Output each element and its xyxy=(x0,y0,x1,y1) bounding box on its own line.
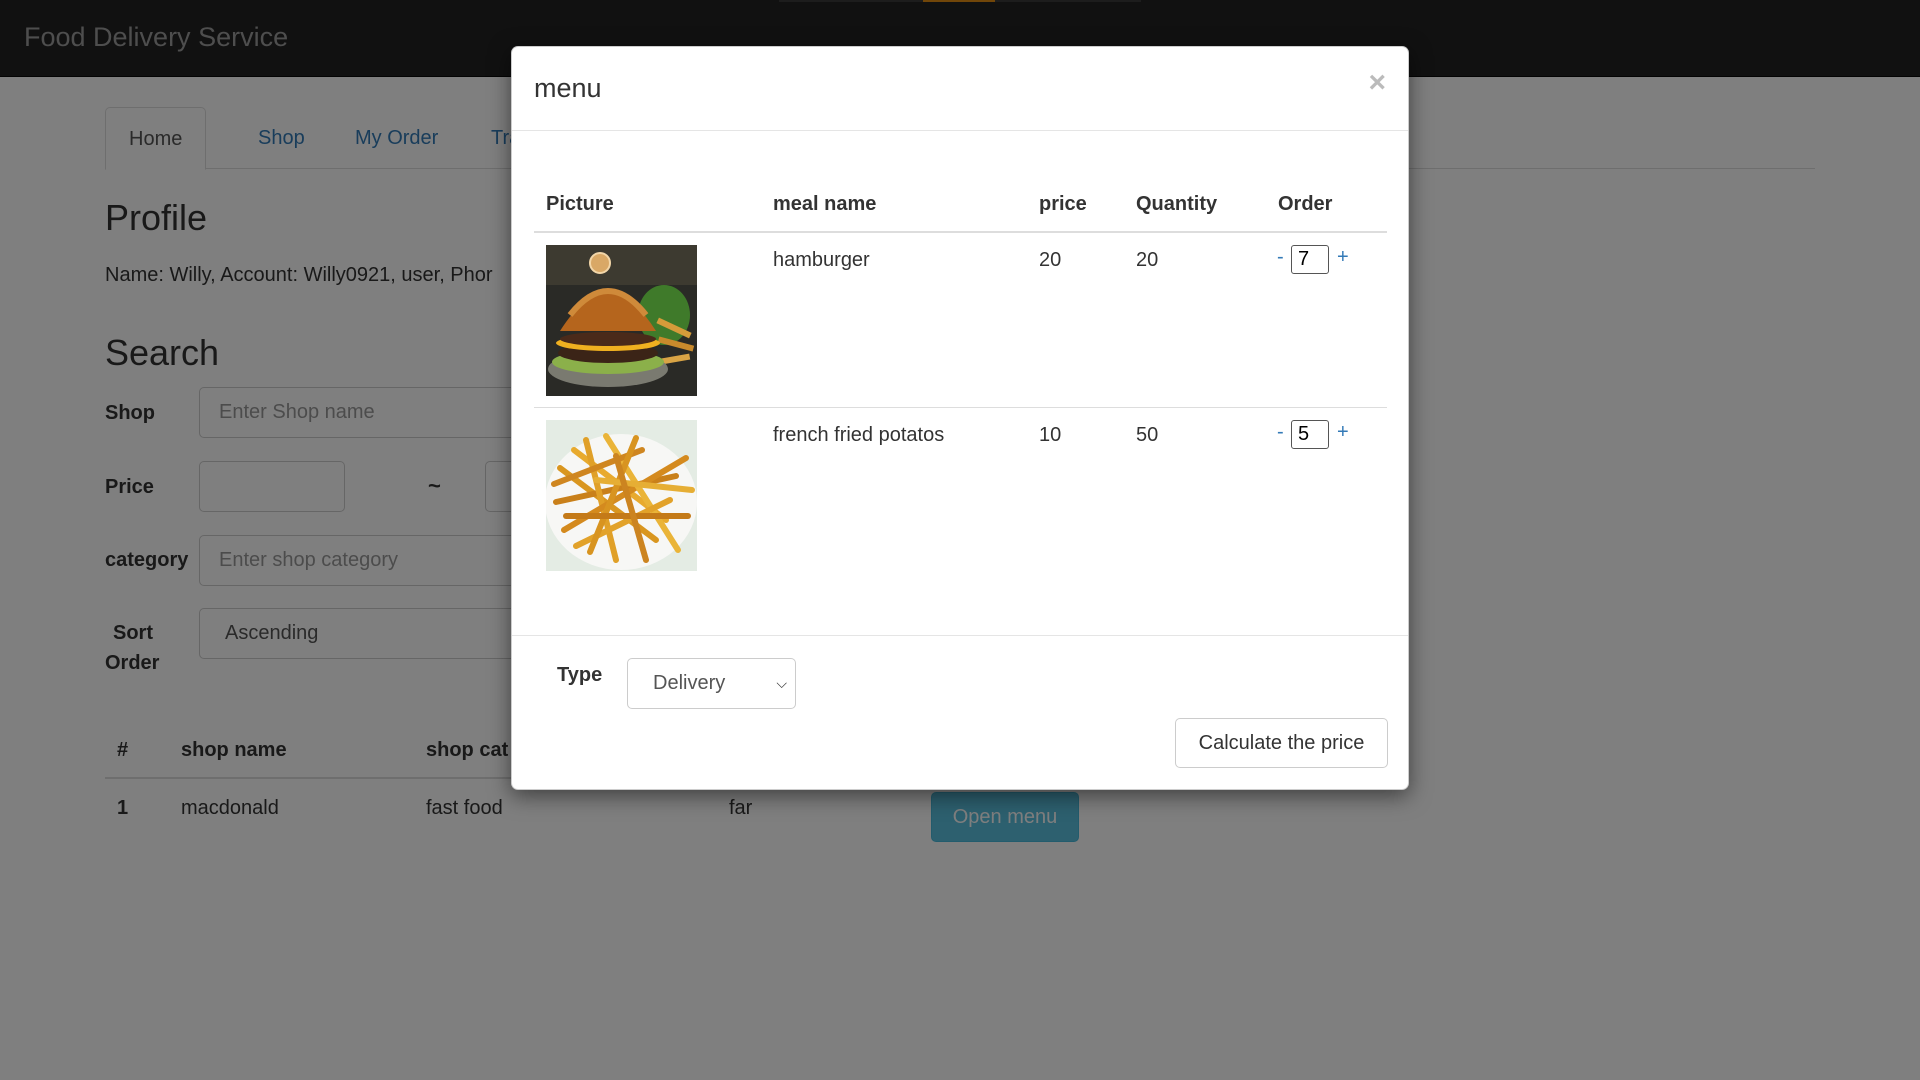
hamburger-image xyxy=(546,245,697,396)
increment-button[interactable]: + xyxy=(1337,246,1349,269)
modal-footer-divider xyxy=(512,635,1408,636)
decrement-button[interactable]: - xyxy=(1277,421,1284,444)
menu-table-header-divider xyxy=(534,231,1387,233)
column-header-order: Order xyxy=(1278,193,1333,215)
menu-modal: menu × Picture meal name price Quantity … xyxy=(511,46,1409,790)
order-quantity-input-hamburger[interactable]: 7 xyxy=(1291,245,1329,274)
meal-quantity-hamburger: 20 xyxy=(1136,249,1159,271)
close-icon[interactable]: × xyxy=(1368,66,1386,100)
order-quantity-input-fries[interactable]: 5 xyxy=(1291,420,1329,449)
meal-price-hamburger: 20 xyxy=(1039,249,1062,271)
modal-title: menu xyxy=(534,73,602,103)
meal-name-hamburger: hamburger xyxy=(773,249,870,271)
column-header-price: price xyxy=(1039,193,1087,215)
chevron-down-icon: ⌵ xyxy=(776,675,787,691)
calculate-price-button[interactable]: Calculate the price xyxy=(1175,718,1388,768)
type-label: Type xyxy=(557,664,603,686)
modal-header: menu × xyxy=(512,47,1408,131)
column-header-quantity: Quantity xyxy=(1136,193,1218,215)
type-select[interactable]: Delivery ⌵ xyxy=(627,658,796,709)
fries-image xyxy=(546,420,697,571)
meal-name-fries: french fried potatos xyxy=(773,424,945,446)
increment-button[interactable]: + xyxy=(1337,421,1349,444)
row-divider xyxy=(534,407,1387,408)
decrement-button[interactable]: - xyxy=(1277,246,1284,269)
type-select-value: Delivery xyxy=(653,672,726,694)
column-header-meal-name: meal name xyxy=(773,193,877,215)
meal-price-fries: 10 xyxy=(1039,424,1062,446)
meal-quantity-fries: 50 xyxy=(1136,424,1159,446)
column-header-picture: Picture xyxy=(546,193,614,215)
